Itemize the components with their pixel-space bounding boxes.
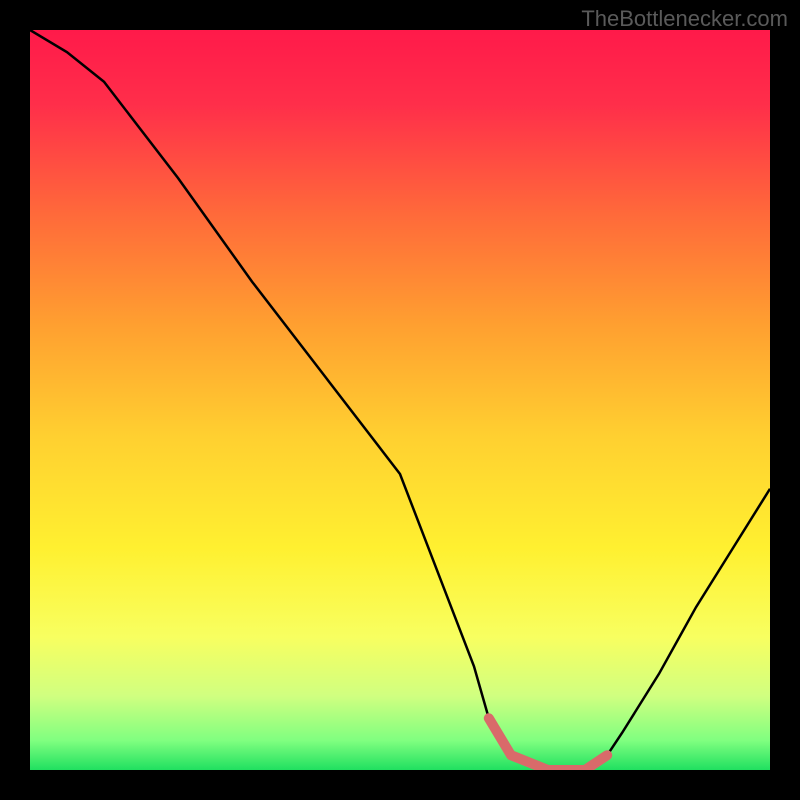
watermark-text: TheBottlenecker.com	[581, 6, 788, 32]
chart-svg	[30, 30, 770, 770]
chart-area	[30, 30, 770, 770]
gradient-background	[30, 30, 770, 770]
